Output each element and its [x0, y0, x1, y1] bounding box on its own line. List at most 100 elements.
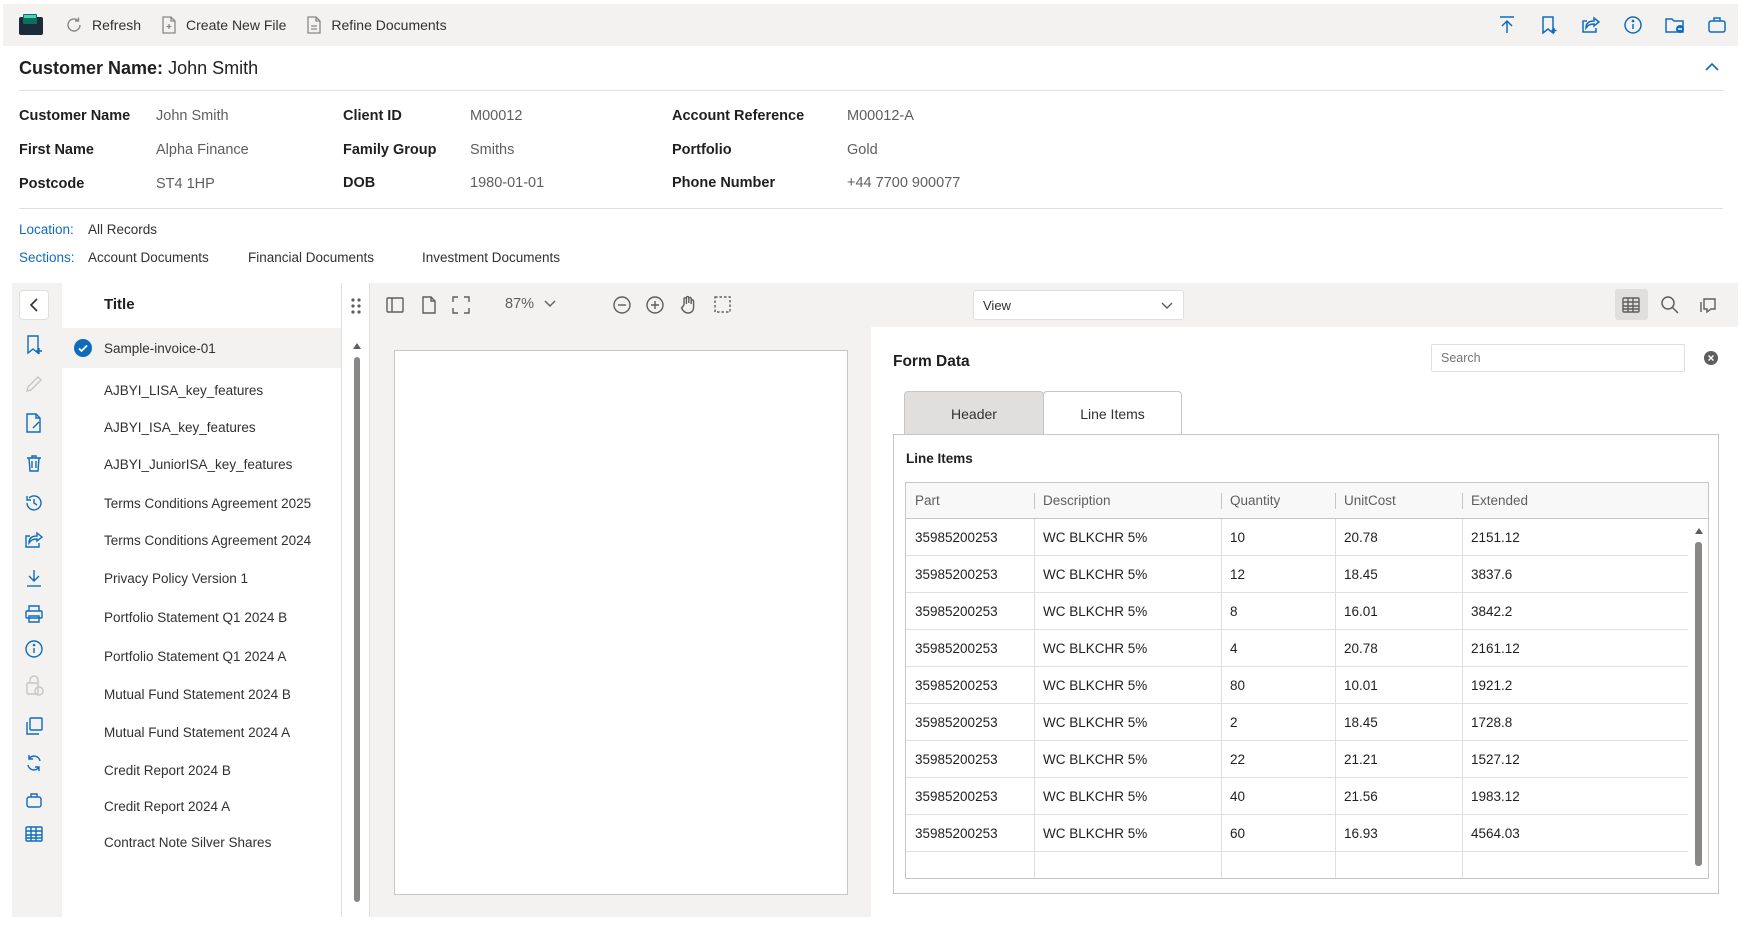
refine-documents-button[interactable]: Refine Documents [306, 4, 447, 46]
cell-unitcost[interactable]: 20.78 [1335, 519, 1387, 556]
scrollbar-thumb[interactable] [1695, 542, 1702, 866]
document-item[interactable]: Privacy Policy Version 1 [62, 558, 341, 598]
zoom-dropdown[interactable]: 87% [505, 296, 556, 312]
delete-icon[interactable] [12, 453, 56, 473]
cell-extended[interactable]: 1728.8 [1462, 704, 1521, 741]
document-item[interactable]: Credit Report 2024 B [62, 750, 341, 790]
document-item[interactable]: AJBYI_JuniorISA_key_features [62, 444, 341, 484]
scrollbar-thumb[interactable] [354, 357, 360, 902]
copy-icon[interactable] [12, 716, 56, 736]
briefcase-icon[interactable] [12, 790, 56, 810]
document-page-preview[interactable] [394, 350, 848, 895]
scroll-up-arrow[interactable] [352, 342, 362, 350]
document-edit-icon[interactable] [12, 412, 56, 434]
cell-quantity[interactable]: 12 [1221, 556, 1254, 593]
table-icon[interactable] [12, 824, 56, 844]
sync-icon[interactable] [12, 753, 56, 773]
print-icon[interactable] [12, 604, 56, 624]
sidebar-toggle-icon[interactable] [385, 295, 405, 315]
table-row[interactable]: 35985200253 WC BLKCHR 5% 40 21.56 1983.1… [906, 778, 1688, 815]
table-row[interactable]: 35985200253 WC BLKCHR 5% 2 18.45 1728.8 [906, 704, 1688, 741]
cell-part[interactable]: 35985200253 [906, 741, 1007, 778]
cell-description[interactable]: WC BLKCHR 5% [1034, 519, 1156, 556]
form-search-input[interactable] [1431, 344, 1685, 372]
cell-unitcost[interactable]: 16.01 [1335, 593, 1387, 630]
document-item[interactable]: Mutual Fund Statement 2024 A [62, 712, 341, 752]
tab-line-items[interactable]: Line Items [1043, 391, 1182, 435]
cell-quantity[interactable]: 60 [1221, 815, 1254, 852]
cell-unitcost[interactable]: 18.45 [1335, 704, 1387, 741]
document-item[interactable]: Contract Note Silver Shares [62, 822, 341, 862]
cell-description[interactable]: WC BLKCHR 5% [1034, 593, 1156, 630]
cell-part[interactable]: 35985200253 [906, 519, 1007, 556]
document-item[interactable]: Portfolio Statement Q1 2024 B [62, 597, 341, 637]
comment-icon[interactable] [1699, 295, 1719, 315]
cell-unitcost[interactable]: 21.56 [1335, 778, 1387, 815]
zoom-out-icon[interactable] [612, 295, 632, 315]
cell-extended[interactable]: 4564.03 [1462, 815, 1529, 852]
document-item[interactable]: Terms Conditions Agreement 2025 [62, 483, 341, 523]
share-icon[interactable] [1570, 15, 1612, 35]
document-item-selected[interactable]: Sample-invoice-01 [62, 328, 341, 368]
scroll-up-arrow[interactable] [1694, 527, 1704, 535]
upload-icon[interactable] [1486, 15, 1528, 35]
column-header-unitcost[interactable]: UnitCost [1335, 483, 1405, 519]
search-icon[interactable] [1660, 295, 1680, 315]
info-icon[interactable] [12, 639, 56, 659]
cell-description[interactable]: WC BLKCHR 5% [1034, 630, 1156, 667]
cell-unitcost[interactable]: 21.21 [1335, 741, 1387, 778]
cell-extended[interactable]: 1527.12 [1462, 741, 1529, 778]
pane-splitter[interactable] [341, 283, 370, 917]
cell-quantity[interactable]: 40 [1221, 778, 1254, 815]
document-item[interactable]: AJBYI_LISA_key_features [62, 370, 341, 410]
single-page-icon[interactable] [420, 295, 438, 315]
chevron-up-icon[interactable] [1705, 62, 1719, 72]
section-account-documents[interactable]: Account Documents [88, 250, 209, 265]
cell-extended[interactable]: 3837.6 [1462, 556, 1521, 593]
cell-unitcost[interactable]: 18.45 [1335, 556, 1387, 593]
cell-description[interactable]: WC BLKCHR 5% [1034, 667, 1156, 704]
cell-part[interactable]: 35985200253 [906, 556, 1007, 593]
briefcase-icon[interactable] [1696, 15, 1738, 35]
close-circle-icon[interactable] [1704, 351, 1718, 365]
section-investment-documents[interactable]: Investment Documents [422, 250, 560, 265]
cell-quantity[interactable]: 10 [1221, 519, 1254, 556]
document-item[interactable]: AJBYI_ISA_key_features [62, 407, 341, 447]
cell-description[interactable]: WC BLKCHR 5% [1034, 704, 1156, 741]
document-item[interactable]: Mutual Fund Statement 2024 B [62, 674, 341, 714]
fit-screen-icon[interactable] [451, 295, 471, 315]
table-row[interactable]: 35985200253 WC BLKCHR 5% 80 10.01 1921.2 [906, 667, 1688, 704]
cell-extended[interactable]: 3842.2 [1462, 593, 1521, 630]
download-icon[interactable] [12, 568, 56, 588]
table-row[interactable]: 35985200253 WC BLKCHR 5% 12 18.45 3837.6 [906, 556, 1688, 593]
cell-extended[interactable]: 1921.2 [1462, 667, 1521, 704]
folder-link-icon[interactable] [1654, 15, 1696, 35]
cell-part[interactable]: 35985200253 [906, 778, 1007, 815]
cell-unitcost[interactable]: 20.78 [1335, 630, 1387, 667]
cell-unitcost[interactable]: 10.01 [1335, 667, 1387, 704]
document-item[interactable]: Terms Conditions Agreement 2024 [62, 520, 341, 560]
cell-description[interactable]: WC BLKCHR 5% [1034, 815, 1156, 852]
lock-clock-icon[interactable] [12, 675, 56, 697]
bookmark-add-icon[interactable] [12, 334, 56, 356]
view-select[interactable]: View [973, 290, 1184, 320]
info-icon[interactable] [1612, 15, 1654, 35]
cell-quantity[interactable]: 2 [1221, 704, 1247, 741]
cell-part[interactable]: 35985200253 [906, 815, 1007, 852]
cell-quantity[interactable]: 80 [1221, 667, 1254, 704]
zoom-in-icon[interactable] [645, 295, 665, 315]
column-header-quantity[interactable]: Quantity [1221, 483, 1289, 519]
bookmark-add-icon[interactable] [1528, 15, 1570, 35]
cell-description[interactable]: WC BLKCHR 5% [1034, 556, 1156, 593]
cell-quantity[interactable]: 22 [1221, 741, 1254, 778]
cell-unitcost[interactable]: 16.93 [1335, 815, 1387, 852]
refresh-button[interactable]: Refresh [65, 4, 141, 46]
cell-part[interactable]: 35985200253 [906, 593, 1007, 630]
table-row[interactable]: 35985200253 WC BLKCHR 5% 8 16.01 3842.2 [906, 593, 1688, 630]
cell-part[interactable]: 35985200253 [906, 630, 1007, 667]
cell-description[interactable]: WC BLKCHR 5% [1034, 778, 1156, 815]
cell-extended[interactable]: 1983.12 [1462, 778, 1529, 815]
table-row[interactable]: 35985200253 WC BLKCHR 5% 10 20.78 2151.1… [906, 519, 1688, 556]
column-header-extended[interactable]: Extended [1462, 483, 1537, 519]
drag-handle-icon[interactable] [350, 297, 362, 315]
